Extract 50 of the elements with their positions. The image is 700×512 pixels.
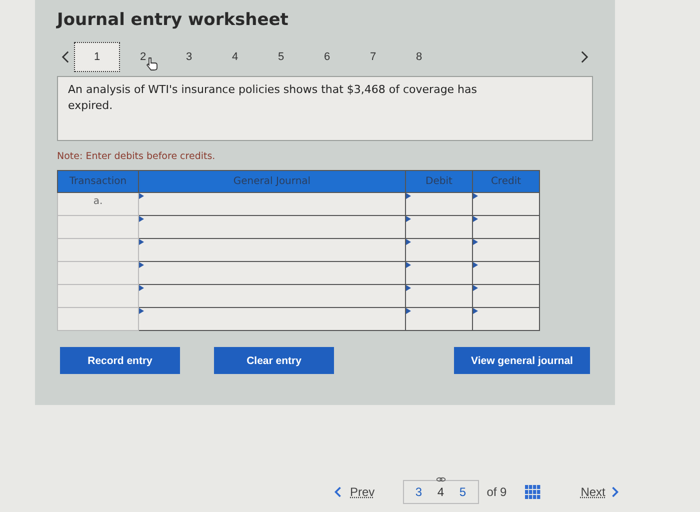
step-tab[interactable]: 4 [212,42,258,72]
step-tab[interactable]: 6 [304,42,350,72]
step-tab[interactable]: 2 [120,42,166,72]
page-count: of 9 [486,485,507,499]
entry-field[interactable] [472,262,540,284]
entry-field[interactable] [138,238,406,262]
next-icon[interactable] [580,50,589,64]
page-number[interactable]: 3 [408,481,430,503]
entry-field[interactable] [138,262,406,284]
worksheet-title: Journal entry worksheet [57,10,290,30]
next-icon[interactable] [611,486,620,498]
previous-icon[interactable] [334,486,342,498]
entry-field[interactable] [138,192,406,216]
action-button[interactable]: Clear entry [214,347,334,374]
page-number[interactable]: 4 [430,481,452,503]
entry-field[interactable] [472,238,540,262]
column-header: General Journal [138,170,406,192]
step-tab[interactable]: 5 [258,42,304,72]
action-button[interactable]: Record entry [60,347,180,374]
column-header: Credit [472,170,540,192]
transaction-cell: a. [58,192,138,216]
entry-field[interactable] [138,284,406,308]
entry-field[interactable] [406,192,472,216]
entry-field[interactable] [472,216,540,238]
link-icon [436,477,446,482]
step-tab[interactable]: 1 [74,42,120,72]
entry-field[interactable] [406,238,472,262]
page-number[interactable]: 5 [452,481,474,503]
previous-icon[interactable] [61,50,70,64]
entry-field[interactable] [138,216,406,238]
grid-icon[interactable] [524,485,541,499]
hand-cursor-icon [146,57,158,71]
column-header: Transaction [58,170,138,192]
action-button[interactable]: View general journal [454,347,590,374]
question-text: An analysis of WTI's insurance policies shows that $3,468 of coverage has expired. [68,82,478,114]
column-header: Debit [406,170,472,192]
step-tab[interactable]: 8 [396,42,442,72]
note-text: Note: Enter debits before credits. [57,151,216,162]
prev-link[interactable]: Prev [350,485,375,499]
step-tab[interactable]: 7 [350,42,396,72]
entry-field[interactable] [406,284,472,308]
entry-field[interactable] [406,308,472,330]
entry-field[interactable] [472,192,540,216]
entry-field[interactable] [472,308,540,330]
step-tab[interactable]: 3 [166,42,212,72]
next-link[interactable]: Next [580,485,606,499]
entry-field[interactable] [406,262,472,284]
entry-field[interactable] [472,284,540,308]
entry-field[interactable] [406,216,472,238]
entry-field[interactable] [138,308,406,330]
